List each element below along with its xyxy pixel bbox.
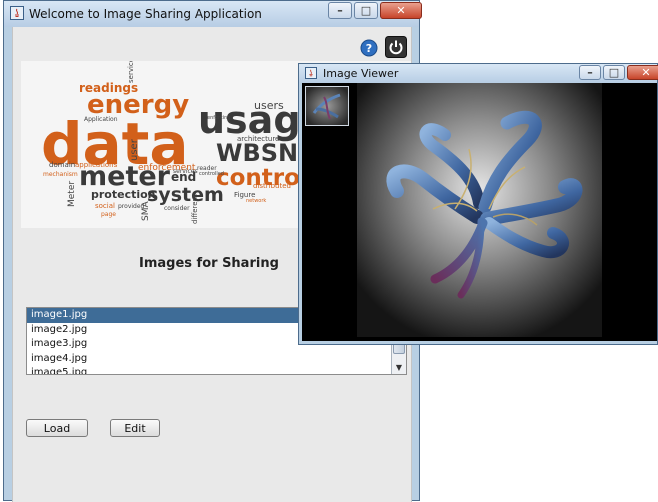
wc-word: consider [164,205,190,212]
wc-word: Meter [67,181,77,207]
wc-word: system [147,184,224,206]
close-button[interactable]: ✕ [627,65,658,80]
wc-word: user [129,138,140,161]
maximize-button[interactable]: □ [354,2,378,19]
minimize-icon: – [337,4,343,17]
wc-word: architecture [237,135,279,143]
maximize-button[interactable]: □ [603,65,625,80]
wc-word: service [127,61,135,83]
wc-word: provided [118,203,145,210]
list-item[interactable]: image5.jpg [27,366,406,374]
list-item[interactable]: image4.jpg [27,352,406,367]
wc-word: enforcing [207,115,231,121]
image-thumbnail[interactable] [305,86,349,126]
close-icon: ✕ [396,4,406,17]
window-controls: – □ ✕ [326,2,422,19]
edit-button[interactable]: Edit [110,419,160,437]
image-viewer-window: Image Viewer – □ ✕ [298,63,658,345]
minimize-button[interactable]: – [579,65,601,80]
wc-word: applications [75,161,118,169]
wc-word: domain [49,161,75,169]
minimize-button[interactable]: – [328,2,352,19]
wc-word: distributed [253,182,291,190]
java-app-icon [10,6,24,20]
load-button[interactable]: Load [26,419,88,437]
main-titlebar[interactable]: Welcome to Image Sharing Application – □… [4,1,422,27]
wc-word: mechanism [43,171,78,178]
wc-word: users [254,99,284,112]
wc-word: network [246,198,266,204]
maximize-icon: □ [608,66,620,79]
close-icon: ✕ [641,66,651,79]
wc-word: services [173,168,198,175]
viewer-title: Image Viewer [323,67,399,80]
wc-word: protection [91,188,156,201]
wc-word: different [191,194,199,224]
window-title: Welcome to Image Sharing Application [29,7,262,21]
help-icon[interactable]: ? [360,39,378,57]
wc-word: page [101,211,116,218]
flower-image [357,83,602,337]
viewer-window-controls: – □ ✕ [577,65,658,80]
images-for-sharing-heading: Images for Sharing [139,256,279,271]
wc-word: WBSN [216,139,298,167]
wc-word: controlled [199,171,224,177]
close-button[interactable]: ✕ [380,2,422,19]
scroll-down-icon[interactable]: ▼ [392,360,406,374]
maximize-icon: □ [360,4,372,17]
wc-word: social [95,202,115,210]
viewer-canvas [302,83,657,341]
wc-word: Application [84,116,118,123]
viewer-titlebar[interactable]: Image Viewer – □ ✕ [299,64,658,83]
power-icon[interactable] [385,36,407,58]
java-app-icon [305,67,317,79]
minimize-icon: – [587,66,593,79]
svg-text:?: ? [366,42,372,55]
